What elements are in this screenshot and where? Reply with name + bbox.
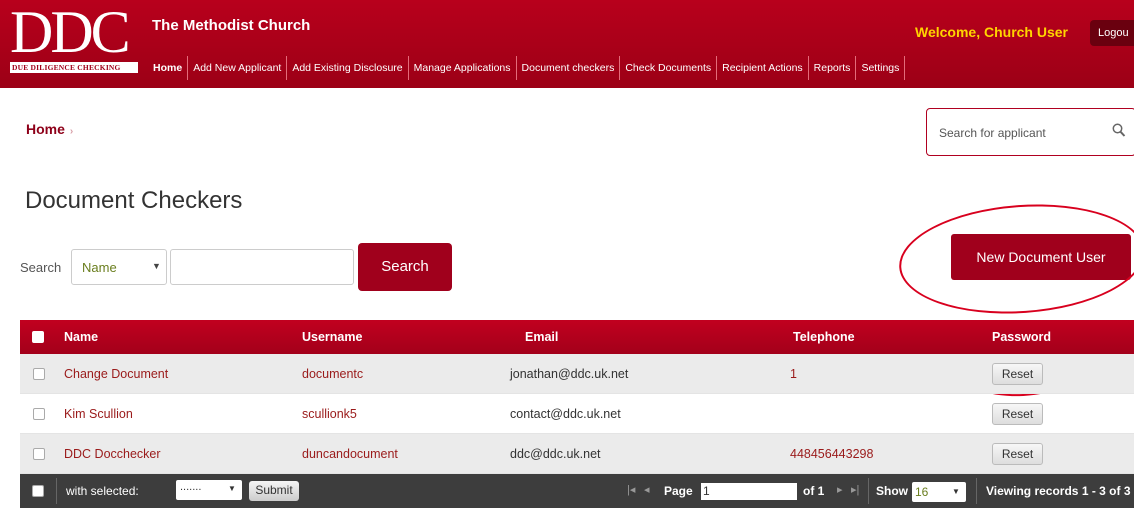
welcome-message: Welcome, Church User (915, 24, 1069, 40)
chevron-down-icon: ▼ (952, 487, 960, 496)
page-size-value: 16 (915, 485, 929, 499)
logo-tagline: DUE DILIGENCE CHECKING (12, 63, 121, 72)
page-number-input[interactable]: 1 (701, 483, 797, 500)
table-row: Kim Scullion scullionk5 contact@ddc.uk.n… (20, 394, 1134, 434)
select-all-checkbox[interactable] (32, 331, 44, 343)
nav-reports[interactable]: Reports (809, 56, 857, 80)
reset-password-button[interactable]: Reset (992, 443, 1043, 465)
column-header-username[interactable]: Username (302, 330, 362, 344)
table-row: DDC Docchecker duncandocument ddc@ddc.uk… (20, 434, 1134, 474)
breadcrumb-home[interactable]: Home (26, 121, 65, 137)
search-icon[interactable] (1112, 123, 1126, 144)
applicant-search-box (926, 108, 1134, 156)
search-button[interactable]: Search (358, 243, 452, 291)
page-title: Document Checkers (25, 187, 243, 214)
column-header-password: Password (992, 330, 1052, 344)
breadcrumb: Home › (26, 121, 73, 137)
cell-email: jonathan@ddc.uk.net (510, 367, 629, 381)
applicant-search-input[interactable] (939, 121, 1099, 145)
footer-divider (976, 478, 977, 504)
row-checkbox[interactable] (33, 368, 45, 380)
first-page-icon[interactable]: |◂ (627, 483, 635, 496)
page-total-label: of 1 (803, 484, 825, 498)
last-page-icon[interactable]: ▸| (851, 483, 859, 496)
logo-letters: DDC (10, 0, 131, 65)
nav-check-documents[interactable]: Check Documents (620, 56, 718, 80)
filter-field-select[interactable]: Name ▼ (71, 249, 167, 285)
bulk-action-value: ....... (180, 481, 202, 493)
next-page-icon[interactable]: ▸ (837, 483, 843, 496)
footer-divider (56, 478, 57, 504)
footer-divider (868, 478, 869, 504)
bulk-action-select[interactable]: ....... ▼ (176, 480, 242, 500)
nav-add-existing-disclosure[interactable]: Add Existing Disclosure (287, 56, 409, 80)
table-footer-bar: with selected: ....... ▼ Submit |◂ ◂ Pag… (20, 474, 1134, 508)
column-header-telephone[interactable]: Telephone (793, 330, 855, 344)
main-nav: Home Add New Applicant Add Existing Disc… (148, 56, 906, 80)
ddc-logo[interactable]: DDC DUE DILIGENCE CHECKING (10, 1, 138, 73)
cell-username: duncandocument (302, 447, 398, 461)
cell-username: documentc (302, 367, 364, 381)
chevron-down-icon: ▼ (228, 484, 236, 493)
new-document-user-button[interactable]: New Document User (951, 234, 1131, 280)
cell-telephone: 448456443298 (790, 447, 874, 461)
cell-email: ddc@ddc.uk.net (510, 447, 601, 461)
page-size-select[interactable]: 16 ▼ (912, 482, 966, 502)
breadcrumb-separator: › (69, 126, 74, 137)
nav-document-checkers[interactable]: Document checkers (517, 56, 621, 80)
cell-name[interactable]: Kim Scullion (64, 407, 133, 421)
with-selected-label: with selected: (66, 484, 139, 498)
nav-settings[interactable]: Settings (856, 56, 906, 80)
column-header-email[interactable]: Email (525, 330, 558, 344)
reset-password-button[interactable]: Reset (992, 403, 1043, 425)
submit-button[interactable]: Submit (249, 481, 299, 501)
reset-password-button[interactable]: Reset (992, 363, 1043, 385)
page-label: Page (664, 484, 693, 498)
cell-telephone: 1 (790, 367, 797, 381)
nav-add-new-applicant[interactable]: Add New Applicant (188, 56, 288, 80)
nav-recipient-actions[interactable]: Recipient Actions (717, 56, 809, 80)
row-checkbox[interactable] (33, 408, 45, 420)
table-header: Name Username Email Telephone Password (20, 320, 1134, 354)
filter-query-input[interactable] (170, 249, 354, 285)
logout-button[interactable]: Logou (1090, 20, 1134, 46)
filter-label: Search (20, 260, 62, 275)
row-checkbox[interactable] (33, 448, 45, 460)
cell-email: contact@ddc.uk.net (510, 407, 621, 421)
nav-home[interactable]: Home (148, 56, 189, 80)
show-label: Show (876, 484, 908, 498)
nav-manage-applications[interactable]: Manage Applications (409, 56, 517, 80)
cell-name[interactable]: Change Document (64, 367, 168, 381)
footer-select-all-checkbox[interactable] (32, 485, 44, 497)
top-header: DDC DUE DILIGENCE CHECKING The Methodist… (0, 0, 1134, 88)
column-header-name[interactable]: Name (64, 330, 98, 344)
organisation-name: The Methodist Church (152, 17, 311, 34)
table-row: Change Document documentc jonathan@ddc.u… (20, 354, 1134, 394)
cell-name[interactable]: DDC Docchecker (64, 447, 161, 461)
prev-page-icon[interactable]: ◂ (644, 483, 650, 496)
document-checkers-table: Name Username Email Telephone Password C… (20, 320, 1134, 508)
chevron-down-icon: ▼ (152, 261, 161, 271)
viewing-records-label: Viewing records 1 - 3 of 3 (986, 484, 1131, 498)
filter-field-value: Name (82, 260, 117, 275)
cell-username: scullionk5 (302, 407, 357, 421)
